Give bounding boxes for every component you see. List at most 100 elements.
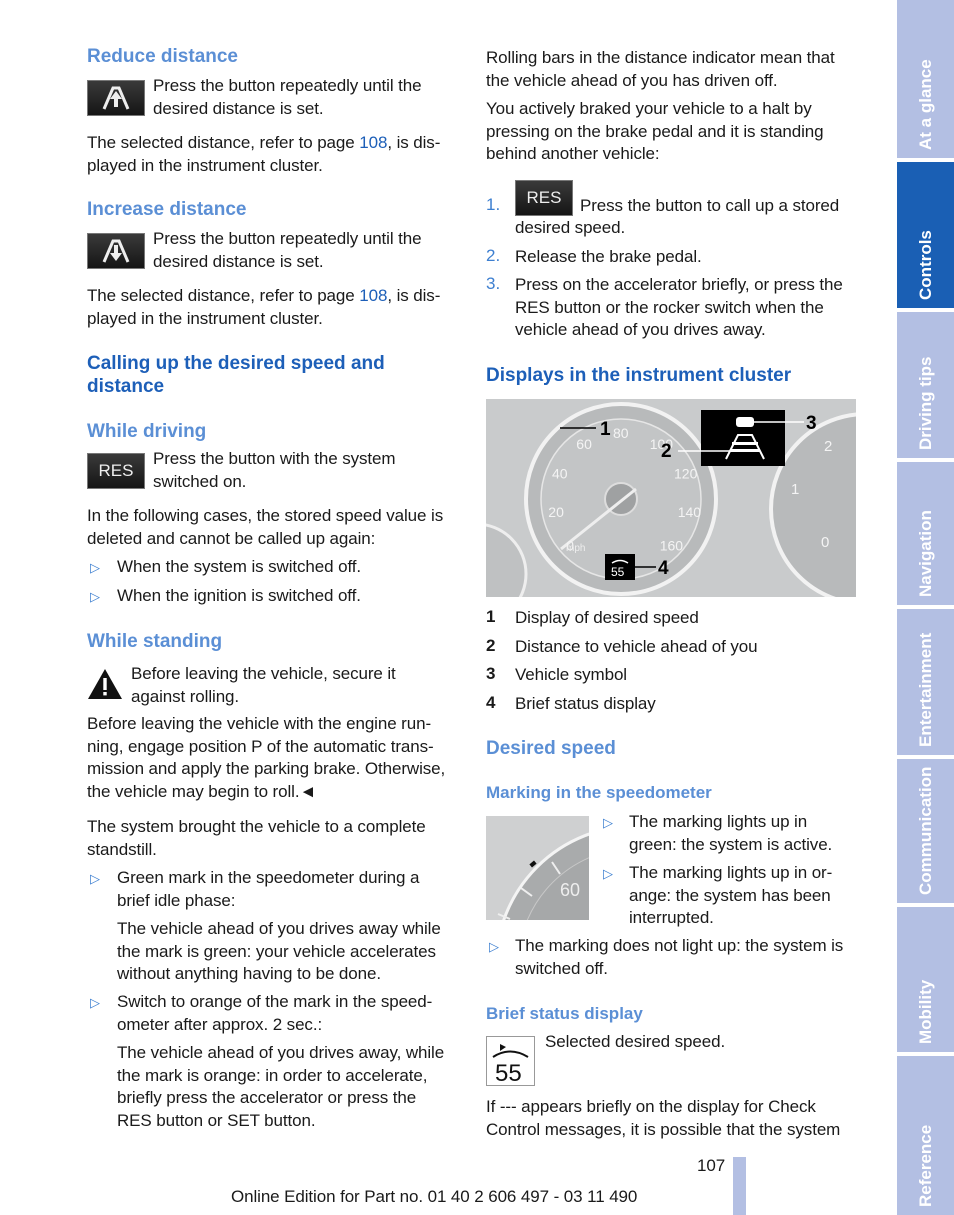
- bullet-icon: ▷: [90, 560, 100, 575]
- bullet-icon: ▷: [603, 815, 613, 830]
- brief-status-value: 55: [495, 1060, 522, 1086]
- marking-bullet: The marking lights up in green: the syst…: [629, 812, 833, 854]
- sidebar-tab-mobility[interactable]: Mobility: [897, 907, 954, 1052]
- step-number: 1.: [486, 195, 501, 214]
- bullet-orange: Switch to orange of the mark in the spee…: [117, 992, 433, 1034]
- callout-1: 1: [600, 419, 611, 440]
- distance-reduce-button-icon: [87, 80, 145, 116]
- tab-label: Controls: [915, 230, 935, 300]
- text: , is dis-: [387, 133, 441, 152]
- tacho-label: 2: [824, 438, 832, 455]
- speedometer-marking-image: 60: [486, 816, 589, 920]
- bullet-item: When the ignition is switched off.: [117, 586, 361, 605]
- orange-detail: The vehicle ahead of you drives away, wh…: [117, 1043, 445, 1130]
- heading-desired-speed: Desired speed: [486, 738, 616, 759]
- driving-instruction: Press the button with the system switche…: [153, 449, 396, 491]
- step-text: Release the brake pedal.: [515, 247, 702, 266]
- bullet-icon: ▷: [603, 866, 613, 881]
- rolling-paragraph: Rolling bars in the distance indicator m…: [486, 48, 835, 90]
- sidebar-tab-driving-tips[interactable]: Driving tips: [897, 312, 954, 458]
- callout-2: 2: [661, 441, 672, 462]
- callout-3: 3: [806, 413, 817, 434]
- text: The selected distance, refer to page: [87, 133, 360, 152]
- heading-reduce-distance: Reduce distance: [87, 46, 238, 67]
- check-paragraph: If --- appears briefly on the display fo…: [486, 1097, 841, 1139]
- step-number: 2.: [486, 246, 501, 265]
- text: , is dis-: [387, 286, 441, 305]
- warning-text: Before leaving the vehicle, secure it ag…: [131, 664, 396, 706]
- step-text: Press on the accelerator briefly, or pre…: [515, 275, 843, 339]
- tab-label: Reference: [915, 1124, 935, 1207]
- tacho-label: 1: [791, 481, 799, 498]
- edition-text: Online Edition for Part no. 01 40 2 606 …: [231, 1187, 638, 1206]
- heading-displays: Displays in the instrument cluster: [486, 365, 792, 386]
- page-link-108[interactable]: 108: [359, 133, 387, 152]
- bullet-green: Green mark in the speedometer during a b…: [117, 868, 420, 910]
- legend-text: Brief status display: [515, 694, 656, 713]
- speed-label: 60: [560, 880, 580, 900]
- sidebar-tab-reference[interactable]: Reference: [897, 1056, 954, 1215]
- standstill-paragraph: The system brought the vehicle to a comp…: [87, 817, 426, 859]
- bullet-icon: ▷: [90, 871, 100, 886]
- step-number: 3.: [486, 274, 501, 293]
- legend-number: 3: [486, 664, 496, 683]
- res-button-icon: RES: [515, 180, 573, 216]
- heading-calling-up: Calling up the desired speed and distanc…: [87, 353, 385, 397]
- mph-tick-label: 20: [548, 504, 564, 520]
- sidebar-tab-communication[interactable]: Communication: [897, 759, 954, 903]
- text: The selected distance, refer to page: [87, 286, 360, 305]
- increase-instruction: Press the button repeatedly until the de…: [153, 229, 422, 271]
- increase-paragraph: The selected distance, refer to page 108…: [87, 285, 440, 330]
- bullet-item: When the system is switched off.: [117, 557, 362, 576]
- page-link-108[interactable]: 108: [359, 286, 387, 305]
- braked-paragraph: You actively braked your vehicle to a ha…: [486, 99, 824, 163]
- distance-increase-button-icon: [87, 233, 145, 269]
- heading-while-standing: While standing: [87, 631, 223, 652]
- text: played in the instrument cluster.: [87, 308, 323, 328]
- sidebar-tab-entertainment[interactable]: Entertainment: [897, 609, 954, 755]
- legend-text: Distance to vehicle ahead of you: [515, 637, 758, 656]
- reduce-instruction: Press the button repeatedly until the de…: [153, 76, 422, 118]
- legend-number: 1: [486, 607, 496, 626]
- deleted-paragraph: In the following cases, the stored speed…: [87, 506, 444, 548]
- legend-number: 4: [486, 693, 496, 712]
- tab-label: Mobility: [915, 979, 935, 1044]
- tab-label: Driving tips: [915, 356, 935, 450]
- bullet-icon: ▷: [489, 939, 499, 954]
- sidebar-tab-at-a-glance[interactable]: At a glance: [897, 0, 954, 158]
- mph-tick-label: 160: [660, 538, 684, 554]
- heading-marking: Marking in the speedometer: [486, 783, 712, 802]
- page-marker: [733, 1157, 746, 1215]
- reduce-paragraph: The selected distance, refer to page 108…: [87, 132, 440, 177]
- unit-label: mph: [566, 543, 585, 554]
- marking-off: The marking does not light up: the syste…: [515, 936, 844, 978]
- heading-increase-distance: Increase distance: [87, 199, 247, 220]
- warning-icon: [88, 669, 122, 699]
- legend-text: Display of desired speed: [515, 608, 699, 627]
- heading-while-driving: While driving: [87, 421, 207, 442]
- mph-tick-label: 40: [552, 466, 568, 482]
- page-number: 107: [697, 1156, 726, 1175]
- tacho-label: 0: [821, 534, 829, 551]
- tab-label: Entertainment: [915, 632, 935, 747]
- step-text: desired speed.: [515, 218, 626, 237]
- instrument-cluster-image: 020406080100120140160 mph 0 1 2 55 1 2 3…: [486, 399, 856, 597]
- mph-tick-label: 80: [613, 425, 629, 441]
- tab-label: At a glance: [915, 59, 935, 150]
- brief-text: Selected desired speed.: [545, 1032, 726, 1051]
- heading-brief-status: Brief status display: [486, 1004, 643, 1023]
- marking-bullet: The marking lights up in or- ange: the s…: [629, 863, 833, 927]
- sidebar-tab-controls[interactable]: Controls: [897, 162, 954, 308]
- mph-tick-label: 120: [674, 466, 698, 482]
- bullet-icon: ▷: [90, 995, 100, 1010]
- res-button-icon: RES: [87, 453, 145, 489]
- legend-number: 2: [486, 636, 496, 655]
- brief-status-icon: 55: [486, 1036, 535, 1086]
- green-detail: The vehicle ahead of you drives away whi…: [117, 919, 441, 983]
- legend-text: Vehicle symbol: [515, 665, 627, 684]
- bullet-icon: ▷: [90, 589, 100, 604]
- text: played in the instrument cluster.: [87, 155, 323, 175]
- mph-tick-label: 60: [576, 436, 592, 452]
- engine-paragraph: Before leaving the vehicle with the engi…: [87, 714, 446, 801]
- sidebar-tab-navigation[interactable]: Navigation: [897, 462, 954, 605]
